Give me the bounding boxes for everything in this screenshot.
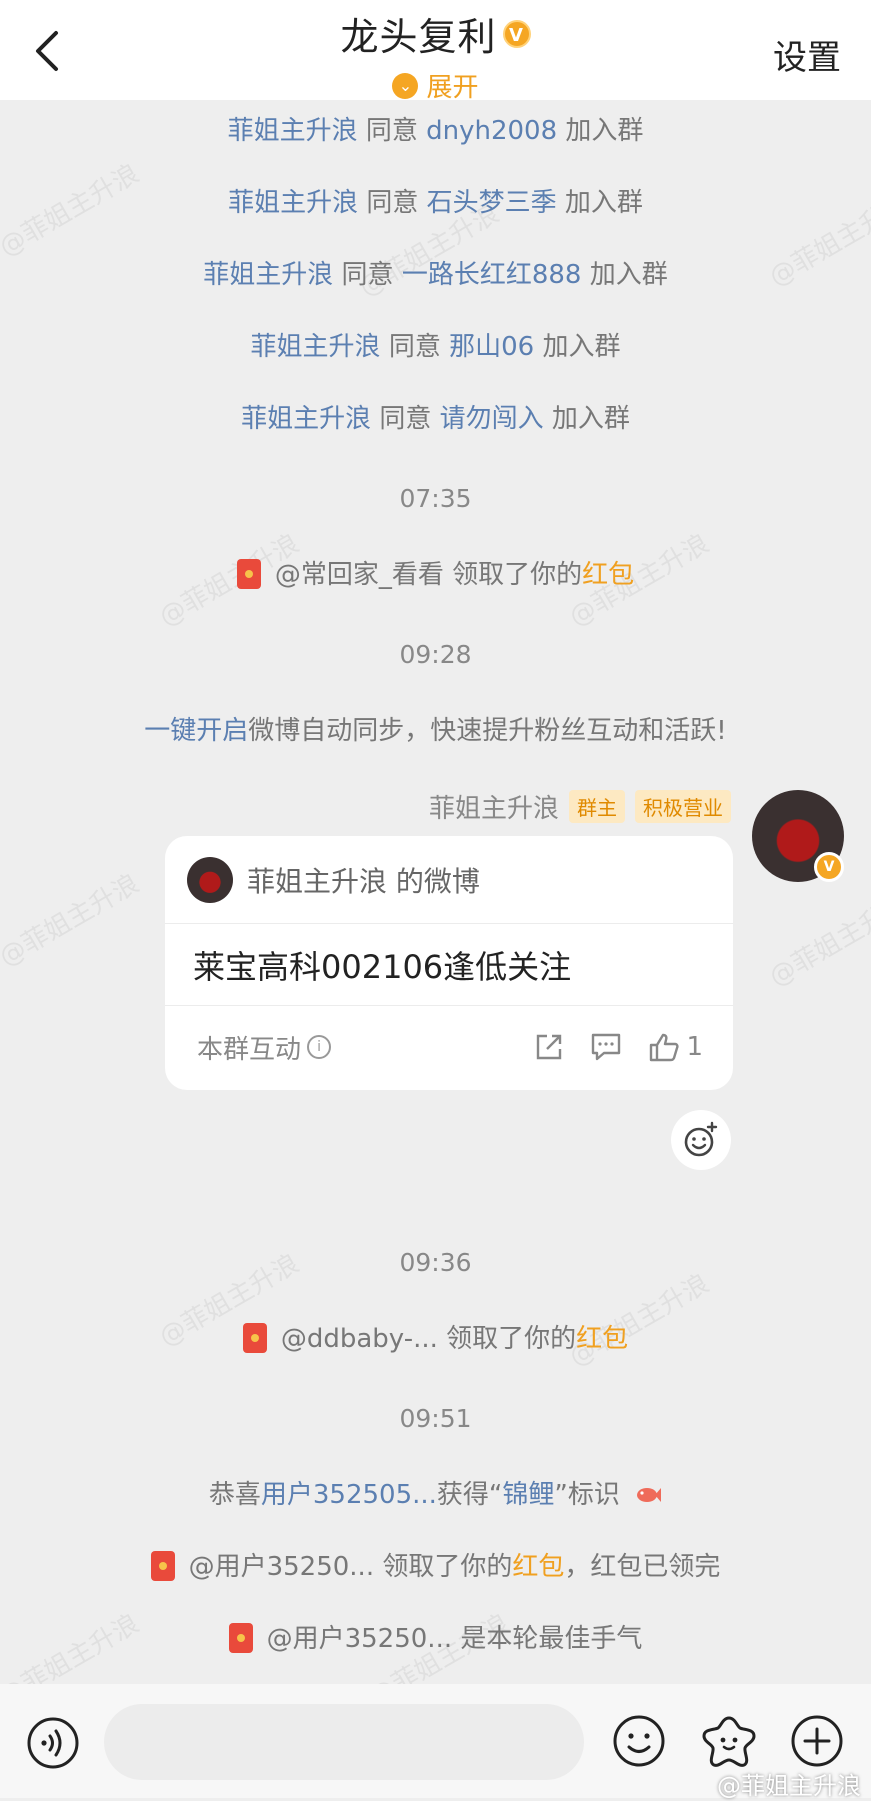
actor-link[interactable]: 菲姐主升浪 [228,188,358,218]
redpacket-text: 领取了你的 [382,1552,513,1582]
voice-button[interactable] [26,1716,80,1774]
like-button[interactable]: 1 [648,1032,703,1062]
verified-icon: V [814,852,844,882]
red-packet-icon [236,559,261,589]
enable-sync-link[interactable]: 一键开启 [144,716,248,746]
like-count: 1 [686,1032,703,1062]
weibo-share-card[interactable]: 菲姐主升浪 的微博 莱宝高科002106逢低关注 本群互动 i 1 [165,836,733,1090]
card-title: 菲姐主升浪 的微博 [247,864,480,898]
add-reaction-button[interactable] [671,1110,731,1170]
red-packet-icon [228,1623,253,1653]
redpacket-notice: @ddbaby-... 领取了你的红包 [0,1318,871,1355]
join-verb: 同意 [366,188,419,218]
plus-icon [791,1715,843,1767]
actor-link[interactable]: 菲姐主升浪 [228,116,358,146]
redpacket-user[interactable]: @常回家_看看 [275,560,444,590]
red-packet-icon [150,1551,175,1581]
user-link[interactable]: 请勿闯入 [440,404,544,434]
join-verb: 同意 [341,260,394,290]
join-suffix: 加入群 [589,260,668,290]
share-icon[interactable] [534,1032,564,1062]
redpacket-text: 领取了你的 [452,560,583,590]
timestamp: 07:35 [399,484,472,513]
koi-middle: 获得“ [436,1480,503,1510]
join-event: 菲姐主升浪 同意 一路长红红888 加入群 [0,254,871,291]
verified-icon: V [502,19,531,48]
actor-link[interactable]: 菲姐主升浪 [203,260,333,290]
redpacket-link[interactable]: 红包 [576,1324,628,1354]
join-suffix: 加入群 [551,404,630,434]
watermark: @菲姐主升浪 [0,868,145,973]
redpacket-user[interactable]: @用户35250... [267,1624,453,1654]
koi-badge[interactable]: 锦鲤 [502,1480,554,1510]
more-button[interactable] [790,1714,844,1772]
sticker-icon [702,1716,756,1767]
user-link[interactable]: dnyh2008 [426,116,557,146]
redpacket-user[interactable]: @ddbaby-... [281,1324,438,1354]
watermark-credit: @菲姐主升浪 [717,1772,861,1800]
chevron-down-icon: ⌄ [392,72,419,99]
emoji-button[interactable] [612,1714,666,1772]
timestamp: 09:36 [399,1248,472,1277]
message-sender-row: 菲姐主升浪 群主 积极营业 [429,788,731,825]
sticker-button[interactable] [700,1714,758,1772]
user-link[interactable]: 一路长红红888 [402,260,582,290]
user-link[interactable]: 那山06 [449,332,534,362]
settings-button[interactable]: 设置 [773,30,841,79]
join-verb: 同意 [365,116,418,146]
group-interaction-label: 本群互动 [197,1034,302,1065]
join-verb: 同意 [388,332,441,362]
koi-fish-icon [634,1483,662,1507]
red-packet-icon [242,1323,267,1353]
group-title-text: 龙头复利 [340,15,497,59]
voice-icon [27,1717,79,1769]
redpacket-user[interactable]: @用户35250... [189,1552,375,1582]
join-verb: 同意 [379,404,432,434]
group-title: 龙头复利 V [340,6,531,61]
koi-suffix: ”标识 [554,1480,620,1510]
emoji-icon [613,1715,665,1767]
user-link[interactable]: 石头梦三季 [427,188,557,218]
redpacket-text: 领取了你的 [446,1324,577,1354]
chat-header: 龙头复利 V ⌄ 展开 设置 [0,0,871,103]
sender-name[interactable]: 菲姐主升浪 [429,788,559,825]
card-footer: 本群互动 i 1 [165,1006,733,1088]
sync-notice: 一键开启微博自动同步，快速提升粉丝互动和活跃! [0,710,871,747]
sync-notice-text: 微博自动同步，快速提升粉丝互动和活跃! [248,716,727,746]
actor-link[interactable]: 菲姐主升浪 [251,332,381,362]
expand-button[interactable]: ⌄ 展开 [392,67,479,104]
join-event: 菲姐主升浪 同意 那山06 加入群 [0,326,871,363]
redpacket-notice: @用户35250... 领取了你的红包，红包已领完 [0,1546,871,1583]
active-tag: 积极营业 [635,790,731,823]
card-avatar [187,856,233,903]
join-suffix: 加入群 [564,188,643,218]
actor-link[interactable]: 菲姐主升浪 [241,404,371,434]
koi-prefix: 恭喜 [208,1480,261,1510]
koi-user-link[interactable]: 用户352505... [261,1480,437,1510]
join-event: 菲姐主升浪 同意 请勿闯入 加入群 [0,398,871,435]
timestamp: 09:51 [399,1404,472,1433]
emoji-add-icon [684,1121,718,1157]
redpacket-link[interactable]: 红包 [512,1552,564,1582]
redpacket-notice: @常回家_看看 领取了你的红包 [0,554,871,591]
card-header: 菲姐主升浪 的微博 [165,836,733,924]
join-event: 菲姐主升浪 同意 石头梦三季 加入群 [0,182,871,219]
watermark: @菲姐主升浪 [764,888,871,993]
card-body: 莱宝高科002106逢低关注 [165,924,733,1006]
join-suffix: 加入群 [565,116,644,146]
join-suffix: 加入群 [542,332,621,362]
comment-icon[interactable] [590,1032,622,1062]
info-icon[interactable]: i [307,1035,332,1059]
expand-label: 展开 [426,73,479,103]
best-luck-text: 是本轮最佳手气 [460,1624,643,1654]
join-event: 菲姐主升浪 同意 dnyh2008 加入群 [0,110,871,147]
redpacket-tail: ，红包已领完 [564,1552,721,1582]
redpacket-link[interactable]: 红包 [582,560,634,590]
owner-tag: 群主 [569,790,625,823]
best-luck-notice: @用户35250... 是本轮最佳手气 [0,1618,871,1655]
thumbs-up-icon [650,1033,680,1062]
koi-notice: 恭喜用户352505...获得“锦鲤”标识 [0,1474,871,1511]
timestamp: 09:28 [399,640,472,669]
message-input[interactable] [104,1704,584,1780]
